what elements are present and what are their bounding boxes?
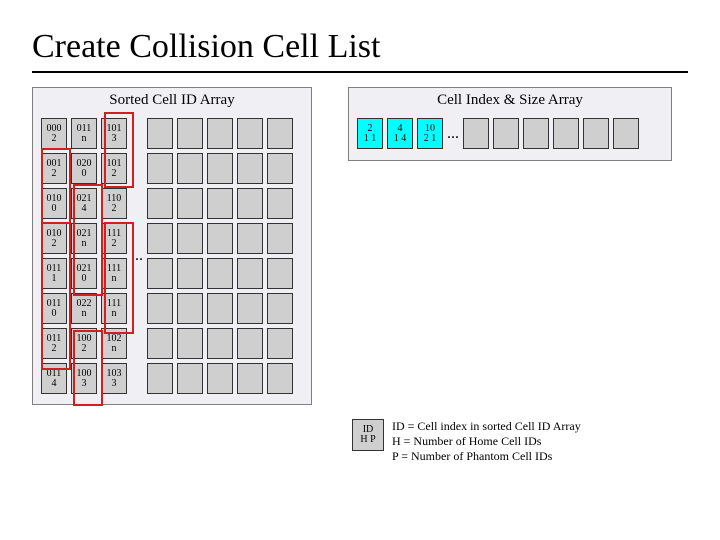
array-cell [177,328,203,359]
array-cell [553,118,579,149]
array-cell [177,188,203,219]
legend: ID H P ID = Cell index in sorted Cell ID… [352,419,720,464]
array-cell [147,363,173,394]
legend-key-bot: H P [360,435,375,445]
array-cell: 0100 [41,188,67,219]
array-cell: 0200 [71,153,97,184]
array-cell [207,223,233,254]
array-cell: 1002 [71,328,97,359]
array-cell: 0214 [71,188,97,219]
array-cell [147,118,173,149]
legend-key-cell: ID H P [352,419,384,451]
array-cell: 41 4 [387,118,413,149]
array-cell [583,118,609,149]
array-cell [177,118,203,149]
index-size-heading: Cell Index & Size Array [349,88,671,112]
array-cell: 0102 [41,223,67,254]
array-cell [237,153,263,184]
array-cell [147,293,173,324]
array-cell [207,258,233,289]
array-cell [207,293,233,324]
array-cell: 1013 [101,118,127,149]
array-cell: 102n [101,328,127,359]
array-cell [613,118,639,149]
array-cell: 0110 [41,293,67,324]
sorted-array-blank-grid [145,116,295,396]
array-cell [237,188,263,219]
array-cell: 0111 [41,258,67,289]
legend-line-p: P = Number of Phantom Cell IDs [392,449,581,464]
array-cell [237,258,263,289]
array-cell: 1003 [71,363,97,394]
array-cell: 1102 [101,188,127,219]
array-cell: 011n [71,118,97,149]
index-size-blank-grid [461,116,641,151]
array-cell [267,118,293,149]
sorted-array-heading: Sorted Cell ID Array [33,88,311,112]
array-cell: 021n [71,223,97,254]
sorted-array-panel: Sorted Cell ID Array 0002011n1013 0012020… [32,87,312,405]
array-cell [267,328,293,359]
array-cell [237,328,263,359]
array-cell [207,328,233,359]
array-cell [267,293,293,324]
legend-line-h: H = Number of Home Cell IDs [392,434,581,449]
array-cell [147,153,173,184]
array-cell [207,118,233,149]
array-cell [147,258,173,289]
sorted-array-grid: 0002011n1013 001202001012 010002141102 0102… [39,116,129,396]
array-cell [267,153,293,184]
array-cell: 111n [101,293,127,324]
page-title: Create Collision Cell List [32,28,688,65]
array-cell: 0114 [41,363,67,394]
array-cell [177,293,203,324]
array-cell: 0210 [71,258,97,289]
array-cell [237,363,263,394]
array-cell [493,118,519,149]
array-cell [177,258,203,289]
array-cell: 21 1 [357,118,383,149]
array-cell: 1012 [101,153,127,184]
array-cell [147,188,173,219]
array-cell: 0012 [41,153,67,184]
array-cell: 102 1 [417,118,443,149]
array-cell [177,363,203,394]
array-cell [523,118,549,149]
index-size-grid: 21 141 4102 1 [355,116,445,151]
legend-text: ID = Cell index in sorted Cell ID Array … [392,419,581,464]
array-cell [207,153,233,184]
array-cell: 0112 [41,328,67,359]
array-cell [463,118,489,149]
ellipsis: ... [447,116,459,152]
array-cell [147,328,173,359]
array-cell [237,118,263,149]
array-cell [237,223,263,254]
array-cell: 111n [101,258,127,289]
array-cell: 1112 [101,223,127,254]
array-cell: 022n [71,293,97,324]
array-cell [267,363,293,394]
array-cell [147,223,173,254]
array-cell: 0002 [41,118,67,149]
ellipsis: ... [131,238,143,274]
array-cell [267,223,293,254]
array-cell [207,188,233,219]
array-cell [267,258,293,289]
legend-line-id: ID = Cell index in sorted Cell ID Array [392,419,581,434]
array-cell [177,153,203,184]
title-rule [32,71,688,73]
array-cell [267,188,293,219]
array-cell [177,223,203,254]
array-cell: 1033 [101,363,127,394]
index-size-panel: Cell Index & Size Array 21 141 4102 1 ..… [348,87,672,161]
array-cell [237,293,263,324]
array-cell [207,363,233,394]
